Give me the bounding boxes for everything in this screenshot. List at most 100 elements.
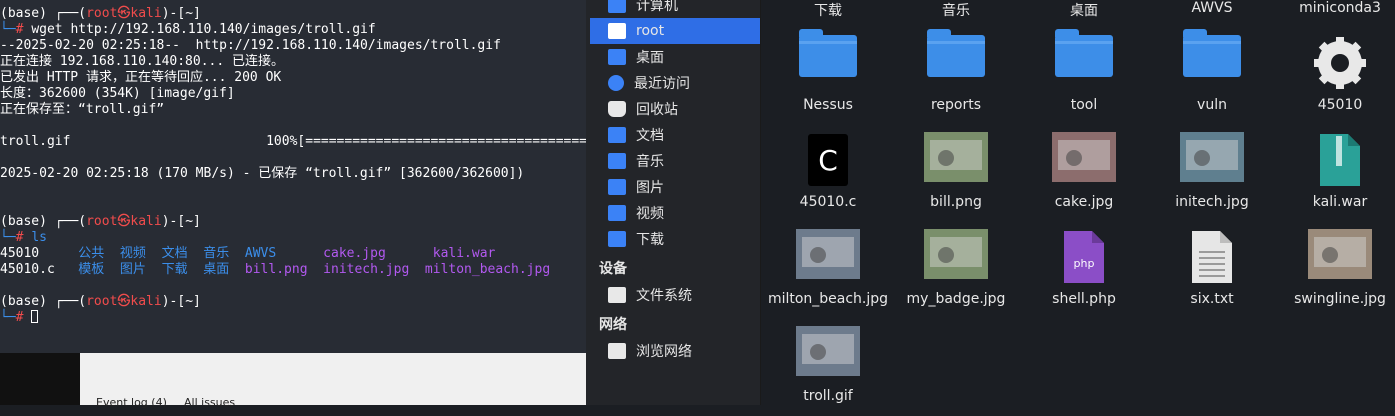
file-item[interactable]: 45010 — [1276, 29, 1395, 125]
terminal-text: bill.png initech.jpg milton_beach.jpg — [244, 262, 551, 277]
svg-text:php: php — [1074, 257, 1095, 270]
drive-icon — [608, 287, 626, 303]
file-name: initech.jpg — [1175, 194, 1249, 210]
sidebar-item[interactable]: 图片 — [590, 174, 760, 200]
file-item[interactable]: troll.gif — [764, 320, 892, 416]
file-name: 下载 — [814, 3, 842, 19]
file-name: tool — [1070, 97, 1098, 113]
sidebar-item[interactable]: 文档 — [590, 122, 760, 148]
terminal-text: (base) ┌──( — [0, 214, 87, 229]
file-item[interactable]: cake.jpg — [1020, 126, 1148, 222]
file-name: 桌面 — [1070, 3, 1098, 19]
terminal-text: 长度：362600 (354K) [image/gif] — [0, 86, 235, 101]
terminal-text: troll.gif 100%[=========================… — [0, 134, 586, 149]
file-name: bill.png — [930, 194, 982, 210]
terminal-window[interactable]: (base) ┌──(root㉿kali)-[~] └─# wget http:/… — [0, 0, 586, 353]
section-heading-network: 网络 — [599, 317, 627, 333]
file-item[interactable]: vuln — [1148, 29, 1276, 125]
terminal-text: --2025-02-20 02:25:18-- http://192.168.1… — [0, 38, 501, 53]
file-item[interactable]: php shell.php — [1020, 223, 1148, 319]
terminal-text: 模板 图片 下载 桌面 — [78, 262, 245, 277]
php-file-icon: php — [1062, 229, 1106, 289]
file-item[interactable]: kali.war — [1276, 126, 1395, 222]
file-item[interactable]: AWVS — [1148, 0, 1276, 20]
archive-icon — [1318, 132, 1362, 192]
sidebar-item[interactable]: 计算机 — [590, 0, 760, 18]
file-item[interactable]: Nessus — [764, 29, 892, 125]
file-item[interactable]: six.txt — [1148, 223, 1276, 319]
file-item[interactable]: my_badge.jpg — [892, 223, 1020, 319]
terminal-text: ~ — [185, 6, 194, 21]
file-name: six.txt — [1190, 291, 1234, 307]
file-name: kali.war — [1312, 194, 1368, 210]
background-window-strip: Event log (4) All issues — [0, 353, 586, 409]
terminal-text: ls — [31, 230, 47, 245]
svg-text:C: C — [818, 144, 838, 177]
tab-all-issues[interactable]: All issues — [184, 396, 235, 409]
terminal-text: wget http://192.168.110.140/images/troll… — [31, 22, 376, 37]
folder-icon — [1055, 29, 1113, 77]
file-name: 音乐 — [942, 3, 970, 19]
image-thumbnail — [1052, 132, 1116, 186]
computer-icon — [608, 0, 626, 13]
sidebar-item[interactable]: 浏览网络 — [590, 338, 760, 364]
image-thumbnail — [1180, 132, 1244, 186]
terminal-line: --2025-02-20 02:25:18-- http://192.168.1… — [0, 38, 501, 54]
file-name: cake.jpg — [1054, 194, 1114, 210]
terminal-text: )-[ — [161, 6, 186, 21]
file-grid: 下载 音乐 桌面 AWVS miniconda3 Nessus reports tool vul… — [761, 0, 1395, 405]
terminal-text: 45010.c — [0, 262, 79, 277]
folder-icon — [1183, 29, 1241, 77]
file-item[interactable]: miniconda3 — [1276, 0, 1395, 20]
terminal-line: 2025-02-20 02:25:18 (170 MB/s) - 已保存 “tr… — [0, 166, 524, 182]
file-item[interactable]: swingline.jpg — [1276, 223, 1395, 319]
file-item[interactable]: 音乐 — [892, 0, 1020, 20]
trash-icon — [608, 101, 626, 117]
file-item[interactable]: reports — [892, 29, 1020, 125]
sidebar-item[interactable]: root — [590, 18, 760, 44]
sidebar-item-label: root — [636, 23, 665, 39]
terminal-line: (base) ┌──(root㉿kali)-[~] — [0, 214, 201, 230]
sidebar-item[interactable]: 音乐 — [590, 148, 760, 174]
sidebar-item-label: 回收站 — [636, 102, 678, 118]
sidebar-item[interactable]: 视频 — [590, 200, 760, 226]
desktop-icon — [608, 49, 626, 65]
terminal-line: (base) ┌──(root㉿kali)-[~] — [0, 294, 201, 310]
file-item[interactable]: C 45010.c — [764, 126, 892, 222]
sidebar-item[interactable]: 下载 — [590, 226, 760, 252]
file-name: AWVS — [1191, 0, 1233, 16]
sidebar-item[interactable]: 桌面 — [590, 44, 760, 70]
file-item[interactable]: 桌面 — [1020, 0, 1148, 20]
sidebar-item-label: 视频 — [636, 206, 664, 222]
sidebar-item[interactable]: 最近访问 — [590, 70, 760, 96]
terminal-line: 正在保存至：“troll.gif” — [0, 102, 164, 118]
terminal-text: ~ — [185, 294, 194, 309]
file-name: vuln — [1197, 97, 1227, 113]
sidebar-item[interactable]: 回收站 — [590, 96, 760, 122]
terminal-line: 已发出 HTTP 请求，正在等待回应... 200 OK — [0, 70, 281, 86]
terminal-text: 已发出 HTTP 请求，正在等待回应... 200 OK — [0, 70, 282, 85]
image-thumbnail — [796, 229, 860, 283]
file-name: Nessus — [803, 97, 853, 113]
tab-event-log[interactable]: Event log (4) — [96, 396, 167, 409]
folder-icon — [927, 29, 985, 77]
file-item[interactable]: tool — [1020, 29, 1148, 125]
sidebar-item-label: 图片 — [636, 180, 664, 196]
terminal-cursor — [31, 310, 39, 323]
file-item[interactable]: bill.png — [892, 126, 1020, 222]
terminal-line: └─# ls — [0, 230, 47, 246]
image-thumbnail — [1308, 229, 1372, 283]
sidebar-item[interactable]: 文件系统 — [590, 282, 760, 308]
section-heading-devices: 设备 — [599, 261, 627, 277]
folder-icon — [799, 29, 857, 77]
file-item[interactable]: 下载 — [764, 0, 892, 20]
terminal-text: └─ — [0, 230, 16, 245]
file-item[interactable]: milton_beach.jpg — [764, 223, 892, 319]
terminal-text: └─ — [0, 22, 16, 37]
terminal-line: (base) ┌──(root㉿kali)-[~] — [0, 6, 201, 22]
dark-panel — [0, 353, 80, 405]
sidebar-item-label: 音乐 — [636, 154, 664, 170]
file-item[interactable]: initech.jpg — [1148, 126, 1276, 222]
terminal-text: # — [15, 310, 32, 325]
sidebar-item-label: 最近访问 — [634, 76, 690, 92]
